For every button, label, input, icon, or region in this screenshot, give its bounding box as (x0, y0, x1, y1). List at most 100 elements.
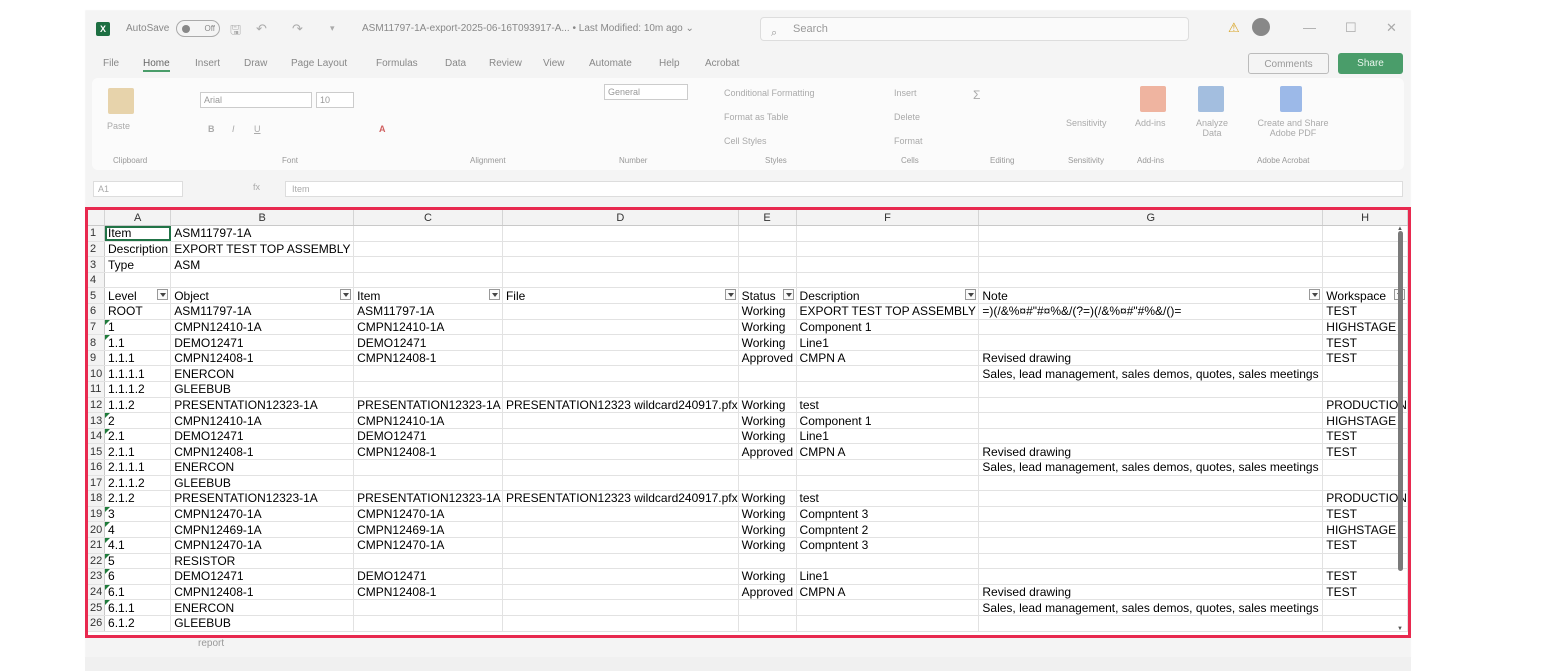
sheet-tab-report[interactable]: report (198, 638, 224, 649)
cell-a4[interactable] (104, 272, 172, 289)
cell-a5[interactable]: Level (104, 287, 172, 305)
cell-d2[interactable] (502, 241, 739, 258)
cell-c15[interactable]: CMPN12408-1 (353, 443, 503, 460)
cell-b14[interactable]: DEMO12471 (170, 428, 355, 445)
cell-g2[interactable] (978, 241, 1324, 258)
tab-formulas[interactable]: Formulas (376, 58, 418, 69)
column-header-c[interactable]: C (353, 210, 503, 227)
row-header[interactable]: 22 (88, 553, 106, 570)
cell-d8[interactable] (502, 334, 739, 351)
cell-h10[interactable] (1322, 365, 1408, 383)
cell-g23[interactable] (978, 568, 1324, 585)
cell-f1[interactable] (796, 225, 980, 242)
tab-home[interactable]: Home (143, 58, 170, 72)
column-header-a[interactable]: A (104, 210, 172, 227)
delete-cells-button[interactable]: Delete (894, 112, 920, 122)
cell-c13[interactable]: CMPN12410-1A (353, 412, 503, 429)
tab-view[interactable]: View (543, 58, 565, 69)
cell-d3[interactable] (502, 256, 739, 273)
cell-f25[interactable] (796, 599, 980, 616)
cell-f17[interactable] (796, 475, 980, 492)
tab-review[interactable]: Review (489, 58, 522, 69)
filter-dropdown-icon[interactable] (782, 289, 794, 301)
cell-b16[interactable]: ENERCON (170, 459, 355, 476)
cell-g15[interactable]: Revised drawing (978, 443, 1324, 460)
cell-a24[interactable]: 6.1 (104, 584, 172, 601)
cell-h13[interactable]: HIGHSTAGE (1322, 412, 1408, 429)
cell-g10[interactable]: Sales, lead management, sales demos, quo… (978, 365, 1324, 383)
cell-e9[interactable]: Approved (738, 350, 797, 367)
cell-b26[interactable]: GLEEBUB (170, 615, 355, 632)
row-header[interactable]: 26 (88, 615, 106, 632)
row-header[interactable]: 2 (88, 241, 106, 258)
cell-b23[interactable]: DEMO12471 (170, 568, 355, 585)
cell-e22[interactable] (738, 553, 797, 570)
cell-e1[interactable] (738, 225, 797, 242)
row-header[interactable]: 16 (88, 459, 106, 476)
cell-a25[interactable]: 6.1.1 (104, 599, 172, 616)
cell-f8[interactable]: Line1 (796, 334, 980, 351)
cell-d14[interactable] (502, 428, 739, 445)
column-header-f[interactable]: F (796, 210, 980, 227)
cell-c20[interactable]: CMPN12469-1A (353, 521, 503, 538)
cell-g21[interactable] (978, 537, 1324, 554)
cell-c14[interactable]: DEMO12471 (353, 428, 503, 445)
row-header[interactable]: 17 (88, 475, 106, 492)
cell-c12[interactable]: PRESENTATION12323-1A (353, 397, 503, 414)
cell-g4[interactable] (978, 272, 1324, 289)
row-header[interactable]: 9 (88, 350, 106, 367)
column-header-d[interactable]: D (502, 210, 739, 227)
cell-h5[interactable]: Workspace (1322, 287, 1408, 305)
cell-c6[interactable]: ASM11797-1A (353, 303, 503, 320)
cell-f9[interactable]: CMPN A (796, 350, 980, 367)
redo-icon[interactable]: ↷ (292, 21, 303, 37)
cell-b21[interactable]: CMPN12470-1A (170, 537, 355, 554)
cell-h25[interactable] (1322, 599, 1408, 616)
cell-b24[interactable]: CMPN12408-1 (170, 584, 355, 601)
minimize-icon[interactable]: — (1303, 20, 1316, 35)
tab-automate[interactable]: Automate (589, 58, 632, 69)
cell-e14[interactable]: Working (738, 428, 797, 445)
cell-h1[interactable] (1322, 225, 1408, 242)
cell-g1[interactable] (978, 225, 1324, 242)
cell-d22[interactable] (502, 553, 739, 570)
cell-h17[interactable] (1322, 475, 1408, 492)
cell-c17[interactable] (353, 475, 503, 492)
cell-g16[interactable]: Sales, lead management, sales demos, quo… (978, 459, 1324, 476)
cell-e2[interactable] (738, 241, 797, 258)
cell-e13[interactable]: Working (738, 412, 797, 429)
cell-b2[interactable]: EXPORT TEST TOP ASSEMBLY (170, 241, 355, 258)
cell-f10[interactable] (796, 365, 980, 383)
cell-c7[interactable]: CMPN12410-1A (353, 319, 503, 336)
tab-file[interactable]: File (103, 58, 119, 69)
cell-b15[interactable]: CMPN12408-1 (170, 443, 355, 460)
close-icon[interactable]: ✕ (1386, 20, 1397, 36)
create-pdf-button[interactable]: Create and Share Adobe PDF (1250, 118, 1336, 138)
cell-e18[interactable]: Working (738, 490, 797, 507)
row-header[interactable]: 11 (88, 381, 106, 398)
adobe-pdf-icon[interactable] (1280, 86, 1302, 112)
undo-icon[interactable]: ↶ (256, 21, 267, 37)
row-header[interactable]: 4 (88, 272, 106, 289)
cell-f22[interactable] (796, 553, 980, 570)
cell-h11[interactable] (1322, 381, 1408, 398)
cell-a13[interactable]: 2 (104, 412, 172, 429)
cell-b8[interactable]: DEMO12471 (170, 334, 355, 351)
cell-d5[interactable]: File (502, 287, 739, 305)
cell-d20[interactable] (502, 521, 739, 538)
cell-e15[interactable]: Approved (738, 443, 797, 460)
cell-f12[interactable]: test (796, 397, 980, 414)
cell-d1[interactable] (502, 225, 739, 242)
font-name-select[interactable]: Arial (200, 92, 312, 108)
cell-a8[interactable]: 1.1 (104, 334, 172, 351)
cell-h4[interactable] (1322, 272, 1408, 289)
font-color-icon[interactable]: A (379, 124, 386, 134)
cell-b25[interactable]: ENERCON (170, 599, 355, 616)
cell-e7[interactable]: Working (738, 319, 797, 336)
row-header[interactable]: 13 (88, 412, 106, 429)
cell-g13[interactable] (978, 412, 1324, 429)
autosave-toggle[interactable]: Off (176, 20, 220, 37)
cell-g26[interactable] (978, 615, 1324, 632)
cell-c1[interactable] (353, 225, 503, 242)
cell-e5[interactable]: Status (738, 287, 797, 305)
